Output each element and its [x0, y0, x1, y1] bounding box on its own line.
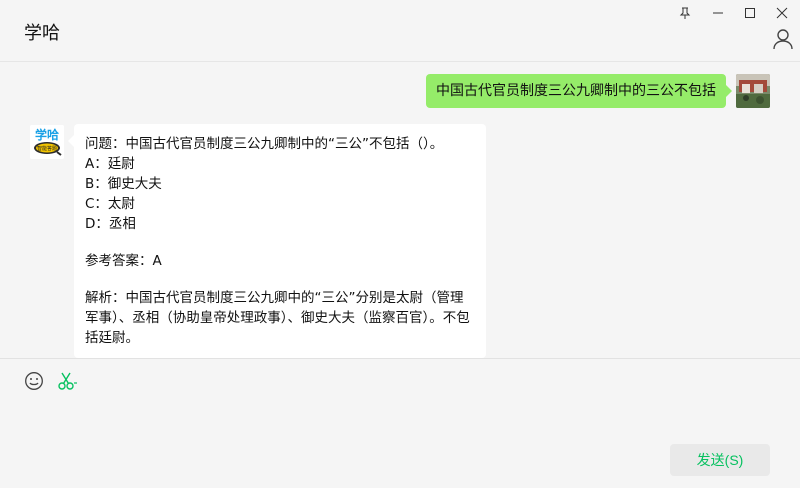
- close-icon[interactable]: [767, 2, 797, 24]
- answer-text: 参考答案：A: [85, 253, 162, 269]
- chat-area[interactable]: 中国古代官员制度三公九卿制中的三公不包括 学哈 智能答题 问题：中国古代官员制度…: [0, 63, 800, 358]
- analysis-text: 解析：中国古代官员制度三公九卿中的“三公”分别是太尉（管理军事）、丞相（协助皇帝…: [85, 290, 470, 346]
- emoji-icon[interactable]: [24, 371, 44, 391]
- user-avatar[interactable]: [736, 74, 770, 108]
- message-input[interactable]: [20, 399, 780, 439]
- pin-icon[interactable]: [670, 2, 700, 24]
- question-text: 问题：中国古代官员制度三公九卿制中的“三公”不包括（）。: [85, 136, 444, 152]
- window-title: 学哈: [24, 23, 60, 44]
- composer: 发送(S): [0, 358, 800, 488]
- option-d: D：丞相: [85, 216, 136, 232]
- svg-text:学哈: 学哈: [35, 127, 59, 142]
- scissors-icon[interactable]: [57, 371, 79, 391]
- minimize-icon[interactable]: [703, 2, 733, 24]
- person-icon[interactable]: [772, 28, 794, 50]
- option-c: C：太尉: [85, 196, 135, 212]
- option-a: A：廷尉: [85, 156, 135, 172]
- title-bar: 学哈: [0, 0, 800, 62]
- bot-avatar[interactable]: 学哈 智能答题: [30, 125, 64, 159]
- bot-message-bubble[interactable]: 问题：中国古代官员制度三公九卿制中的“三公”不包括（）。 A：廷尉 B：御史大夫…: [68, 124, 486, 358]
- svg-text:智能答题: 智能答题: [37, 145, 57, 152]
- option-b: B：御史大夫: [85, 176, 162, 192]
- maximize-icon[interactable]: [735, 2, 765, 24]
- send-button[interactable]: 发送(S): [670, 444, 770, 476]
- user-message-bubble[interactable]: 中国古代官员制度三公九卿制中的三公不包括: [426, 74, 732, 108]
